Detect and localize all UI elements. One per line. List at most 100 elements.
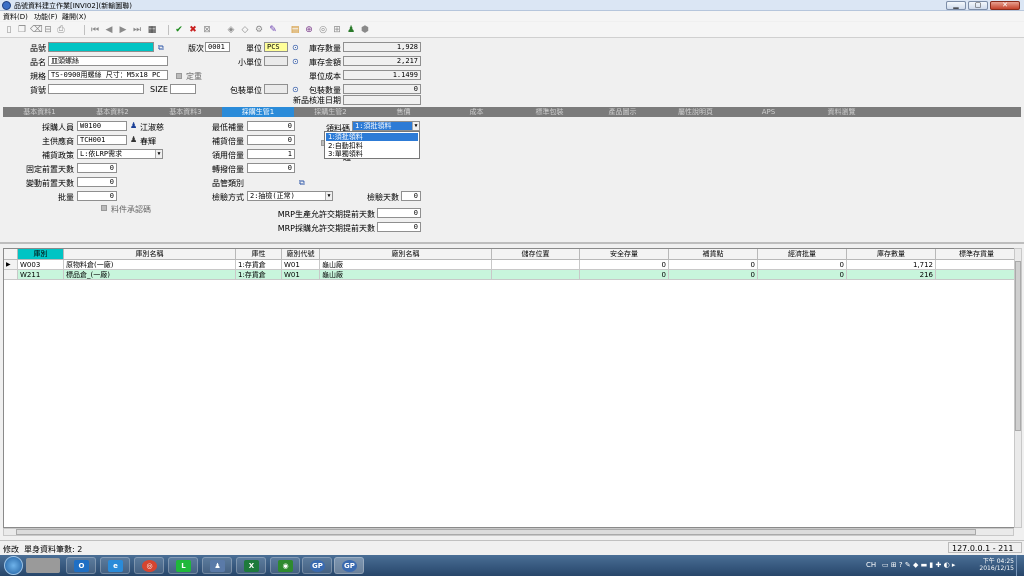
issue-option-1[interactable]: 1:須批領料 bbox=[326, 133, 418, 141]
col-warehouse[interactable]: 庫別 bbox=[18, 249, 64, 260]
issue-option-3[interactable]: 3:單獨領料 bbox=[326, 150, 418, 158]
pen-icon[interactable]: ✎ bbox=[268, 25, 278, 35]
table-cell[interactable]: 龜山廠 bbox=[320, 260, 492, 270]
maximize-button[interactable]: ▢ bbox=[968, 1, 988, 10]
start-button[interactable] bbox=[4, 556, 23, 575]
table-cell[interactable]: 0 bbox=[758, 270, 847, 280]
table-cell[interactable]: 0 bbox=[758, 260, 847, 270]
table-cell[interactable] bbox=[936, 270, 1018, 280]
tab-cost[interactable]: 成本 bbox=[440, 107, 513, 117]
clock-time[interactable]: 下午 04:25 bbox=[976, 556, 1014, 565]
last-record-icon[interactable]: ⏭ bbox=[132, 25, 142, 35]
table-cell[interactable]: W211 bbox=[18, 270, 64, 280]
copy-icon[interactable]: ❐ bbox=[17, 25, 27, 35]
tab-product-image[interactable]: 產品圖示 bbox=[586, 107, 659, 117]
buyer-code-field[interactable]: W0100 bbox=[77, 121, 127, 131]
menu-function[interactable]: 功能(F) bbox=[34, 12, 58, 22]
table-cell[interactable]: 0 bbox=[580, 270, 669, 280]
prev-record-icon[interactable]: ◀ bbox=[104, 25, 114, 35]
col-location[interactable]: 儲存位置 bbox=[492, 249, 580, 260]
tab-purchase-2[interactable]: 採購生管2 bbox=[294, 107, 367, 117]
col-reorder-point[interactable]: 補貨點 bbox=[669, 249, 758, 260]
first-record-icon[interactable]: ⏮ bbox=[90, 25, 100, 35]
tab-standard-pack[interactable]: 標準包裝 bbox=[513, 107, 586, 117]
use-field[interactable]: 1 bbox=[247, 149, 295, 159]
tab-price[interactable]: 售價 bbox=[367, 107, 440, 117]
name-field[interactable]: 皿頭螺絲 bbox=[48, 56, 168, 66]
chevron-down-icon[interactable]: ▼ bbox=[155, 150, 162, 158]
table-cell[interactable] bbox=[492, 270, 580, 280]
query-icon[interactable]: ⊠ bbox=[202, 25, 212, 35]
mult-field[interactable]: 0 bbox=[247, 135, 295, 145]
taskbar-gp-1[interactable]: GP bbox=[302, 557, 332, 574]
size-field[interactable] bbox=[170, 84, 196, 94]
trans-field[interactable]: 0 bbox=[247, 163, 295, 173]
open-window-icon[interactable]: ⧉ bbox=[158, 43, 164, 53]
lang-indicator[interactable]: CH bbox=[866, 561, 876, 569]
unapprove-icon[interactable]: ◇ bbox=[240, 25, 250, 35]
subunit-search-icon[interactable]: ⊙ bbox=[292, 57, 299, 66]
col-warehouse-name[interactable]: 庫別名稱 bbox=[64, 249, 236, 260]
table-cell[interactable]: 0 bbox=[669, 270, 758, 280]
tab-aps[interactable]: APS bbox=[732, 107, 805, 117]
issue-code-select[interactable]: 1:須批領料 ▼ bbox=[352, 121, 420, 131]
report-icon[interactable]: ▤ bbox=[290, 25, 300, 35]
part-confirm-checkbox[interactable] bbox=[101, 205, 107, 211]
table-cell[interactable]: 龜山廠 bbox=[320, 270, 492, 280]
print-icon[interactable]: ⎙ bbox=[56, 25, 66, 35]
tab-purchase-1[interactable]: 採購生管1 bbox=[222, 107, 294, 117]
taskbar-gp-2[interactable]: GP bbox=[334, 557, 364, 574]
min-field[interactable]: 0 bbox=[247, 121, 295, 131]
issue-option-2[interactable]: 2:自動扣料 bbox=[326, 142, 418, 150]
mrp-buy-field[interactable]: 0 bbox=[377, 222, 421, 232]
tab-basic-2[interactable]: 基本資料2 bbox=[76, 107, 149, 117]
confirm-icon[interactable]: ✔ bbox=[174, 25, 184, 35]
link-icon[interactable]: ⊕ bbox=[304, 25, 314, 35]
settings-icon[interactable]: ⬢ bbox=[360, 25, 370, 35]
chevron-down-icon[interactable]: ▼ bbox=[325, 192, 332, 200]
subunit-field[interactable] bbox=[264, 56, 288, 66]
vertical-scrollbar[interactable] bbox=[1014, 248, 1022, 528]
chevron-down-icon[interactable]: ▼ bbox=[412, 122, 419, 130]
taskbar-image-thumbnail[interactable] bbox=[26, 558, 60, 573]
col-safety-stock[interactable]: 安全存量 bbox=[580, 249, 669, 260]
user-icon[interactable]: ♟ bbox=[346, 25, 356, 35]
next-record-icon[interactable]: ▶ bbox=[118, 25, 128, 35]
col-plant-name[interactable]: 廠別名稱 bbox=[320, 249, 492, 260]
search-icon[interactable]: ⊙ bbox=[292, 43, 299, 52]
table-cell[interactable] bbox=[936, 260, 1018, 270]
table-cell[interactable]: 原物料倉(一廠) bbox=[64, 260, 236, 270]
show-desktop-button[interactable] bbox=[1016, 555, 1024, 576]
col-plant-code[interactable]: 廠別代號 bbox=[282, 249, 320, 260]
tab-browse[interactable]: 資料瀏覽 bbox=[805, 107, 878, 117]
table-cell[interactable]: 0 bbox=[580, 260, 669, 270]
table-cell[interactable]: W01 bbox=[282, 260, 320, 270]
attach-icon[interactable]: ⊞ bbox=[332, 25, 342, 35]
splitter[interactable] bbox=[0, 242, 1024, 244]
tab-basic-3[interactable]: 基本資料3 bbox=[149, 107, 222, 117]
supplier-code-field[interactable]: TCH001 bbox=[77, 135, 127, 145]
col-eoq[interactable]: 經濟批量 bbox=[758, 249, 847, 260]
lot-field[interactable]: 0 bbox=[77, 191, 117, 201]
fixed-lead-field[interactable]: 0 bbox=[77, 163, 117, 173]
vertical-scroll-thumb[interactable] bbox=[1015, 261, 1021, 431]
mrp-prod-field[interactable]: 0 bbox=[377, 208, 421, 218]
close-button[interactable]: ✕ bbox=[990, 1, 1020, 10]
col-type[interactable]: 庫性 bbox=[236, 249, 282, 260]
tray-icons[interactable]: ▭ ⊞ ? ✎ ◆ ▬ ▮ ✚ ◐ ▸ bbox=[882, 561, 955, 569]
globe-icon[interactable]: ◎ bbox=[318, 25, 328, 35]
taskbar-user[interactable]: ♟ bbox=[202, 557, 232, 574]
table-cell[interactable]: 1:存貨倉 bbox=[236, 270, 282, 280]
table-cell[interactable]: W003 bbox=[18, 260, 64, 270]
tool-icon[interactable]: ⚙ bbox=[254, 25, 264, 35]
taskbar-ie[interactable]: e bbox=[100, 557, 130, 574]
horizontal-scrollbar[interactable] bbox=[3, 528, 1014, 536]
goods-no-field[interactable] bbox=[48, 84, 144, 94]
taskbar-chrome[interactable]: ◎ bbox=[134, 557, 164, 574]
delete-icon[interactable]: ⌫ bbox=[30, 25, 43, 35]
menu-exit[interactable]: 離開(X) bbox=[62, 12, 86, 22]
spec-field[interactable]: TS-0900用螺絲 尺寸：M5x18 PC bbox=[48, 70, 168, 80]
col-stock-qty[interactable]: 庫存數量 bbox=[847, 249, 936, 260]
fixed-checkbox[interactable] bbox=[176, 73, 182, 79]
menu-data[interactable]: 資料(D) bbox=[3, 12, 28, 22]
